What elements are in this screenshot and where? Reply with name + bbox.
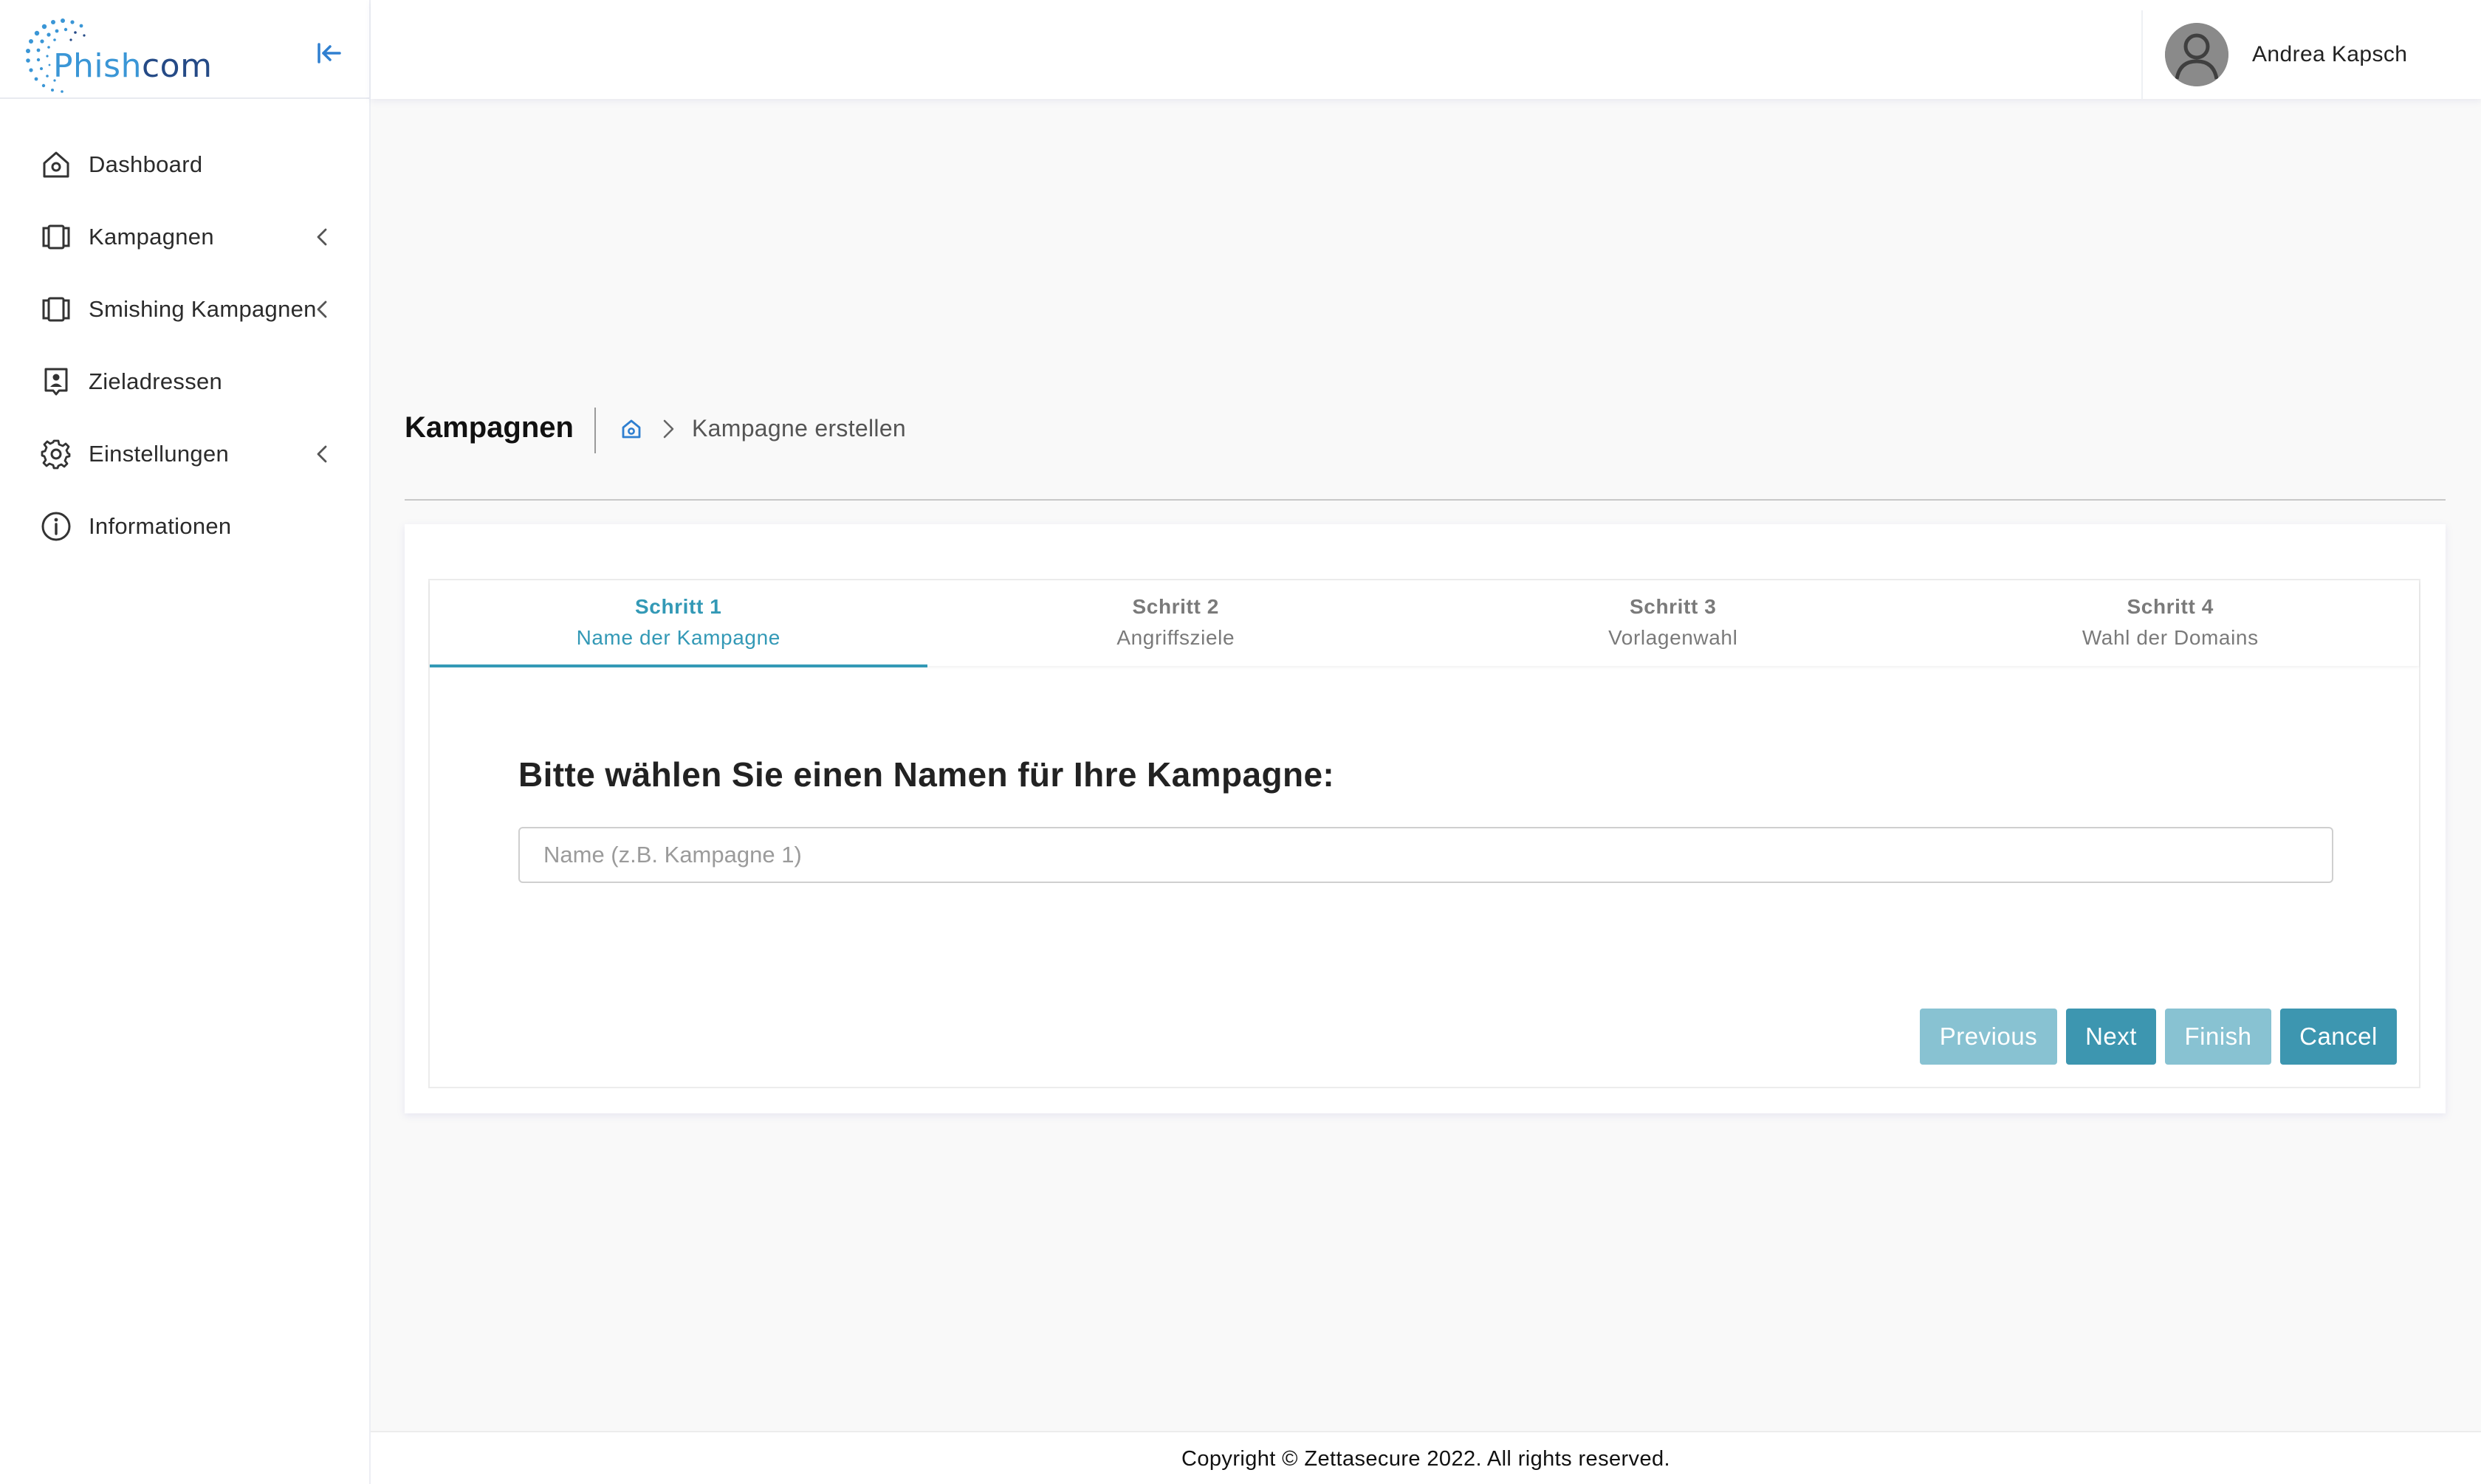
wizard-step-4[interactable]: Schritt 4 Wahl der Domains (1922, 580, 2420, 666)
title-divider (594, 408, 596, 453)
sidebar-item-label: Einstellungen (89, 441, 230, 467)
campaign-name-prompt: Bitte wählen Sie einen Namen für Ihre Ka… (518, 755, 1335, 794)
avatar (2165, 23, 2228, 86)
home-icon (622, 419, 641, 439)
step-name: Name der Kampagne (576, 626, 780, 649)
sidebar-item-dashboard[interactable]: Dashboard (0, 128, 369, 201)
step-name: Wahl der Domains (2082, 626, 2259, 649)
page-title: Kampagnen (405, 411, 574, 444)
collapse-sidebar-button[interactable] (313, 37, 346, 69)
user-icon (2165, 23, 2228, 86)
breadcrumb-separator-icon (657, 416, 679, 442)
chevron-left-icon (310, 225, 334, 249)
collapse-left-icon (318, 43, 341, 63)
sidebar-item-label: Kampagnen (89, 224, 214, 250)
phishcom-logo[interactable]: Phishcom (22, 15, 244, 96)
campaign-wizard-card: Schritt 1 Name der Kampagne Schritt 2 An… (405, 524, 2446, 1113)
breadcrumb-current: Kampagne erstellen (692, 415, 907, 442)
home-icon (38, 147, 74, 182)
step-name: Vorlagenwahl (1608, 626, 1738, 649)
gear-icon (38, 436, 74, 472)
sidebar-item-smishing-kampagnen[interactable]: Smishing Kampagnen (0, 273, 369, 346)
top-bar: Andrea Kapsch (371, 0, 2481, 99)
copyright-text: Copyright © Zettasecure 2022. All rights… (1181, 1447, 1670, 1471)
info-icon (38, 509, 74, 544)
step-number: Schritt 1 (635, 595, 722, 618)
sidebar: Phishcom Dashboard Kampagnen Smishing Ka… (0, 0, 371, 1484)
sidebar-header: Phishcom (0, 0, 369, 99)
user-menu[interactable]: Andrea Kapsch (2141, 10, 2481, 99)
logo-wordmark: Phishcom (53, 47, 213, 85)
campaign-name-input[interactable] (518, 827, 2333, 883)
sidebar-item-label: Zieladressen (89, 368, 223, 394)
wizard: Schritt 1 Name der Kampagne Schritt 2 An… (428, 579, 2420, 1088)
contact-card-icon (38, 364, 74, 399)
sidebar-item-label: Dashboard (89, 151, 203, 177)
footer: Copyright © Zettasecure 2022. All rights… (371, 1431, 2481, 1484)
wizard-steps: Schritt 1 Name der Kampagne Schritt 2 An… (430, 580, 2420, 667)
next-button[interactable]: Next (2066, 1009, 2156, 1065)
sidebar-item-label: Informationen (89, 513, 232, 539)
previous-button[interactable]: Previous (1920, 1009, 2057, 1065)
sidebar-item-zieladressen[interactable]: Zieladressen (0, 346, 369, 418)
breadcrumb-home-link[interactable] (619, 416, 644, 442)
chevron-left-icon (310, 298, 334, 321)
cancel-button[interactable]: Cancel (2280, 1009, 2397, 1065)
chevron-left-icon (310, 442, 334, 466)
sidebar-item-label: Smishing Kampagnen (89, 296, 317, 322)
step-name: Angriffsziele (1116, 626, 1235, 649)
step-number: Schritt 2 (1132, 595, 1219, 618)
sidebar-item-einstellungen[interactable]: Einstellungen (0, 418, 369, 490)
campaign-icon (38, 219, 74, 255)
wizard-step-1[interactable]: Schritt 1 Name der Kampagne (430, 580, 927, 667)
sidebar-nav: Dashboard Kampagnen Smishing Kampagnen Z… (0, 99, 369, 563)
finish-button[interactable]: Finish (2165, 1009, 2271, 1065)
user-name: Andrea Kapsch (2252, 42, 2408, 66)
step-number: Schritt 4 (2127, 595, 2214, 618)
step-number: Schritt 3 (1630, 595, 1717, 618)
sidebar-item-informationen[interactable]: Informationen (0, 490, 369, 563)
sidebar-item-kampagnen[interactable]: Kampagnen (0, 201, 369, 273)
header-divider (405, 499, 2446, 501)
campaign-icon (38, 292, 74, 327)
wizard-step-3[interactable]: Schritt 3 Vorlagenwahl (1424, 580, 1922, 666)
wizard-step-2[interactable]: Schritt 2 Angriffsziele (927, 580, 1425, 666)
